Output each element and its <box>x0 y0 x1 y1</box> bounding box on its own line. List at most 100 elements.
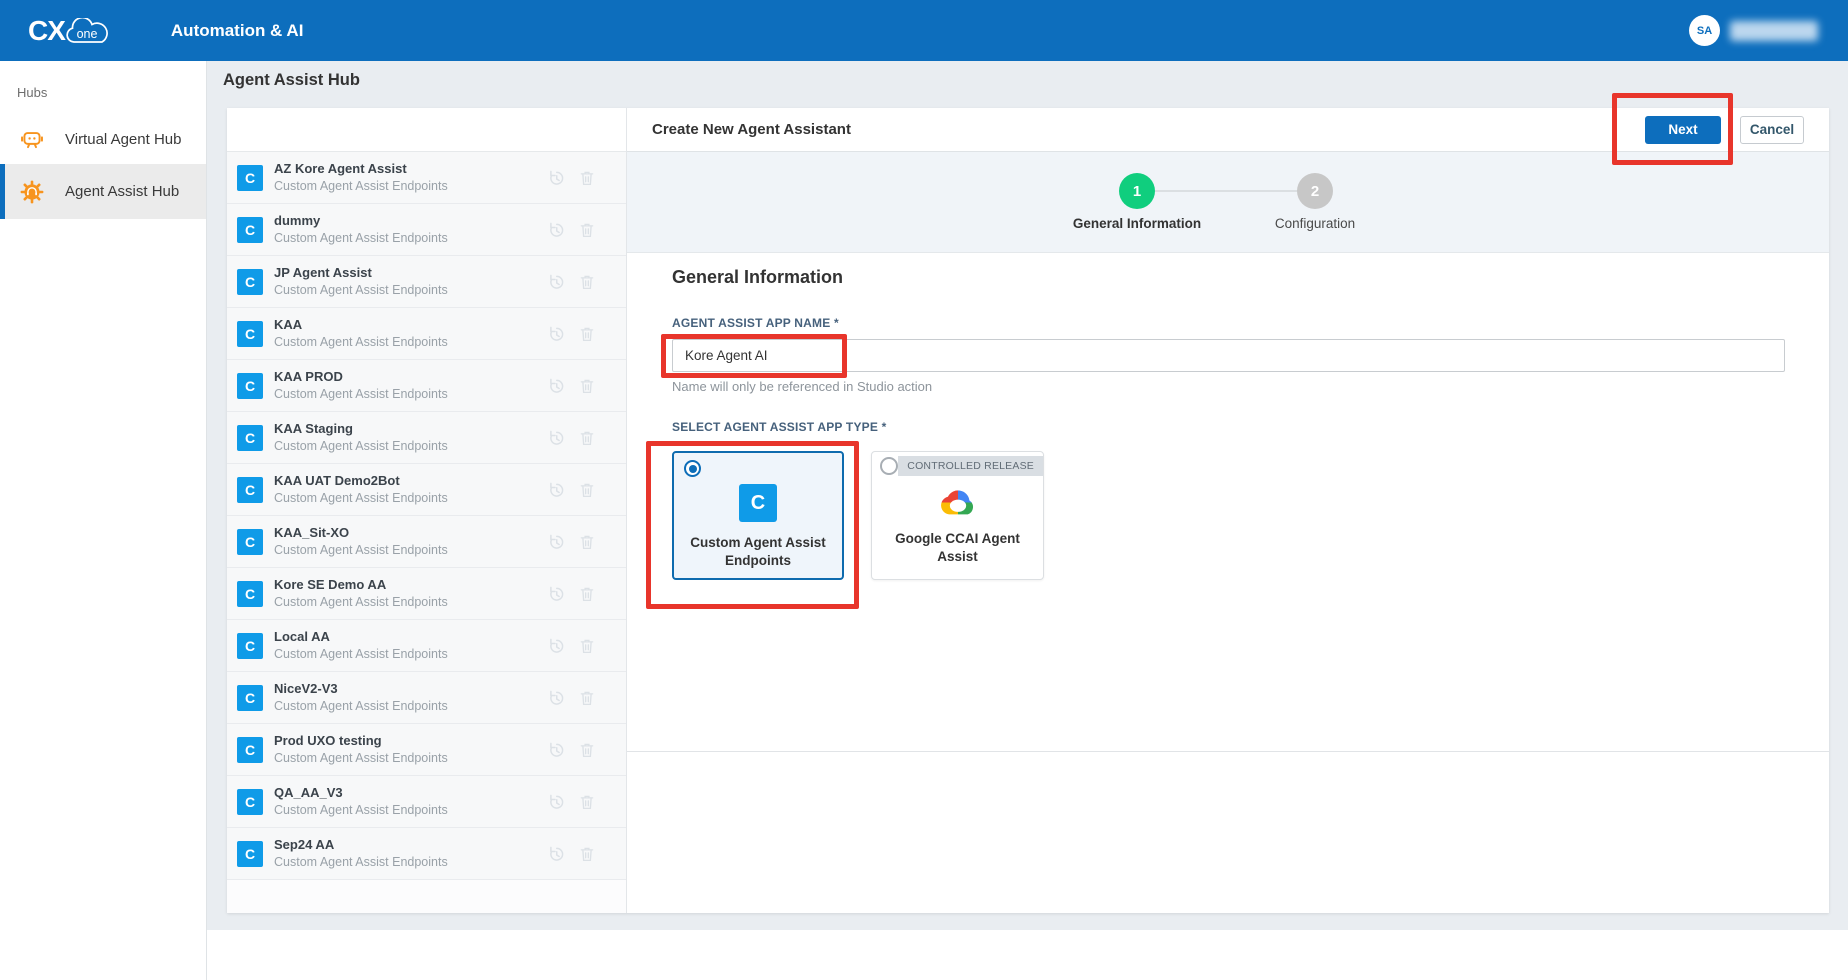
type-card-custom-endpoints[interactable]: C Custom Agent Assist Endpoints <box>672 451 844 580</box>
trash-icon[interactable] <box>578 169 596 187</box>
history-icon[interactable] <box>547 481 565 499</box>
agent-list-item[interactable]: C AZ Kore Agent Assist Custom Agent Assi… <box>227 152 626 204</box>
radio-unselected-icon[interactable] <box>880 457 898 475</box>
custom-endpoints-icon: C <box>237 685 263 711</box>
trash-icon[interactable] <box>578 741 596 759</box>
content-container: C AZ Kore Agent Assist Custom Agent Assi… <box>227 108 1829 913</box>
agent-type: Custom Agent Assist Endpoints <box>274 282 448 298</box>
custom-endpoints-icon: C <box>739 484 777 522</box>
sidebar-item-agent-assist-hub[interactable]: Agent Assist Hub <box>0 164 206 219</box>
app-type-label: SELECT AGENT ASSIST APP TYPE * <box>672 420 886 434</box>
agent-type: Custom Agent Assist Endpoints <box>274 802 448 818</box>
agent-type: Custom Agent Assist Endpoints <box>274 178 448 194</box>
trash-icon[interactable] <box>578 689 596 707</box>
agent-list-item[interactable]: C Sep24 AA Custom Agent Assist Endpoints <box>227 828 626 880</box>
agent-list-item[interactable]: C KAA Staging Custom Agent Assist Endpoi… <box>227 412 626 464</box>
custom-endpoints-icon: C <box>237 425 263 451</box>
agent-list-item[interactable]: C Local AA Custom Agent Assist Endpoints <box>227 620 626 672</box>
type-card-label: Google CCAI Agent Assist <box>872 530 1043 566</box>
next-button[interactable]: Next <box>1645 116 1721 144</box>
trash-icon[interactable] <box>578 533 596 551</box>
wizard-stepper: 1 2 General Information Configuration <box>627 152 1829 253</box>
type-card-google-ccai[interactable]: CONTROLLED RELEASE <box>871 451 1044 580</box>
trash-icon[interactable] <box>578 221 596 239</box>
agent-type: Custom Agent Assist Endpoints <box>274 698 448 714</box>
history-icon[interactable] <box>547 429 565 447</box>
history-icon[interactable] <box>547 377 565 395</box>
agent-list: C AZ Kore Agent Assist Custom Agent Assi… <box>227 108 627 913</box>
agent-type: Custom Agent Assist Endpoints <box>274 854 448 870</box>
app-title: Automation & AI <box>171 21 304 41</box>
history-icon[interactable] <box>547 533 565 551</box>
history-icon[interactable] <box>547 637 565 655</box>
controlled-release-badge: CONTROLLED RELEASE <box>898 456 1043 476</box>
custom-endpoints-icon: C <box>237 217 263 243</box>
panel-header: Create New Agent Assistant Next Cancel <box>627 108 1829 152</box>
agent-name: dummy <box>274 213 448 230</box>
trash-icon[interactable] <box>578 429 596 447</box>
agent-name: KAA <box>274 317 448 334</box>
history-icon[interactable] <box>547 325 565 343</box>
agent-list-item[interactable]: C NiceV2-V3 Custom Agent Assist Endpoint… <box>227 672 626 724</box>
custom-endpoints-icon: C <box>237 737 263 763</box>
trash-icon[interactable] <box>578 481 596 499</box>
agent-list-item[interactable]: C KAA_Sit-XO Custom Agent Assist Endpoin… <box>227 516 626 568</box>
custom-endpoints-icon: C <box>237 789 263 815</box>
agent-list-item[interactable]: C Prod UXO testing Custom Agent Assist E… <box>227 724 626 776</box>
panel-title: Create New Agent Assistant <box>652 121 851 138</box>
history-icon[interactable] <box>547 845 565 863</box>
agent-list-item[interactable]: C KAA UAT Demo2Bot Custom Agent Assist E… <box>227 464 626 516</box>
history-icon[interactable] <box>547 741 565 759</box>
agent-name: Kore SE Demo AA <box>274 577 448 594</box>
agent-list-item[interactable]: C dummy Custom Agent Assist Endpoints <box>227 204 626 256</box>
agent-type: Custom Agent Assist Endpoints <box>274 438 448 454</box>
radio-selected-icon[interactable] <box>684 460 701 477</box>
cxone-logo-cx: CX <box>28 15 65 47</box>
trash-icon[interactable] <box>578 585 596 603</box>
trash-icon[interactable] <box>578 845 596 863</box>
agent-list-item[interactable]: C QA_AA_V3 Custom Agent Assist Endpoints <box>227 776 626 828</box>
sidebar: Hubs Virtual Agent Hub <box>0 61 207 980</box>
custom-endpoints-icon: C <box>237 269 263 295</box>
step-2-circle[interactable]: 2 <box>1297 173 1333 209</box>
avatar[interactable]: SA <box>1689 15 1720 46</box>
step-2-label: Configuration <box>1225 216 1405 231</box>
app-name-input[interactable] <box>672 339 1785 372</box>
trash-icon[interactable] <box>578 273 596 291</box>
agent-name: KAA UAT Demo2Bot <box>274 473 448 490</box>
trash-icon[interactable] <box>578 377 596 395</box>
create-agent-panel: Create New Agent Assistant Next Cancel 1… <box>627 108 1829 913</box>
agent-type: Custom Agent Assist Endpoints <box>274 542 448 558</box>
agent-type: Custom Agent Assist Endpoints <box>274 594 448 610</box>
virtual-agent-icon <box>19 126 45 152</box>
agent-list-item[interactable]: C KAA PROD Custom Agent Assist Endpoints <box>227 360 626 412</box>
agent-name: AZ Kore Agent Assist <box>274 161 448 178</box>
sidebar-section-label: Hubs <box>0 61 206 114</box>
history-icon[interactable] <box>547 273 565 291</box>
agent-list-item[interactable]: C JP Agent Assist Custom Agent Assist En… <box>227 256 626 308</box>
cancel-button[interactable]: Cancel <box>1740 116 1804 144</box>
history-icon[interactable] <box>547 585 565 603</box>
google-cloud-icon <box>938 487 978 518</box>
step-1-label: General Information <box>1047 216 1227 231</box>
trash-icon[interactable] <box>578 793 596 811</box>
sidebar-item-virtual-agent-hub[interactable]: Virtual Agent Hub <box>0 114 206 164</box>
app-name-helper-text: Name will only be referenced in Studio a… <box>672 379 932 394</box>
history-icon[interactable] <box>547 221 565 239</box>
history-icon[interactable] <box>547 689 565 707</box>
history-icon[interactable] <box>547 793 565 811</box>
sidebar-item-label: Virtual Agent Hub <box>65 131 181 148</box>
step-1-circle[interactable]: 1 <box>1119 173 1155 209</box>
type-card-label: Custom Agent Assist Endpoints <box>674 534 842 570</box>
agent-assist-icon <box>19 179 45 205</box>
agent-name: NiceV2-V3 <box>274 681 448 698</box>
history-icon[interactable] <box>547 169 565 187</box>
trash-icon[interactable] <box>578 325 596 343</box>
agent-type: Custom Agent Assist Endpoints <box>274 490 448 506</box>
agent-list-item[interactable]: C Kore SE Demo AA Custom Agent Assist En… <box>227 568 626 620</box>
trash-icon[interactable] <box>578 637 596 655</box>
agent-list-item[interactable]: C KAA Custom Agent Assist Endpoints <box>227 308 626 360</box>
page-title: Agent Assist Hub <box>223 71 360 90</box>
agent-name: JP Agent Assist <box>274 265 448 282</box>
cxone-logo: CX one <box>28 14 113 48</box>
